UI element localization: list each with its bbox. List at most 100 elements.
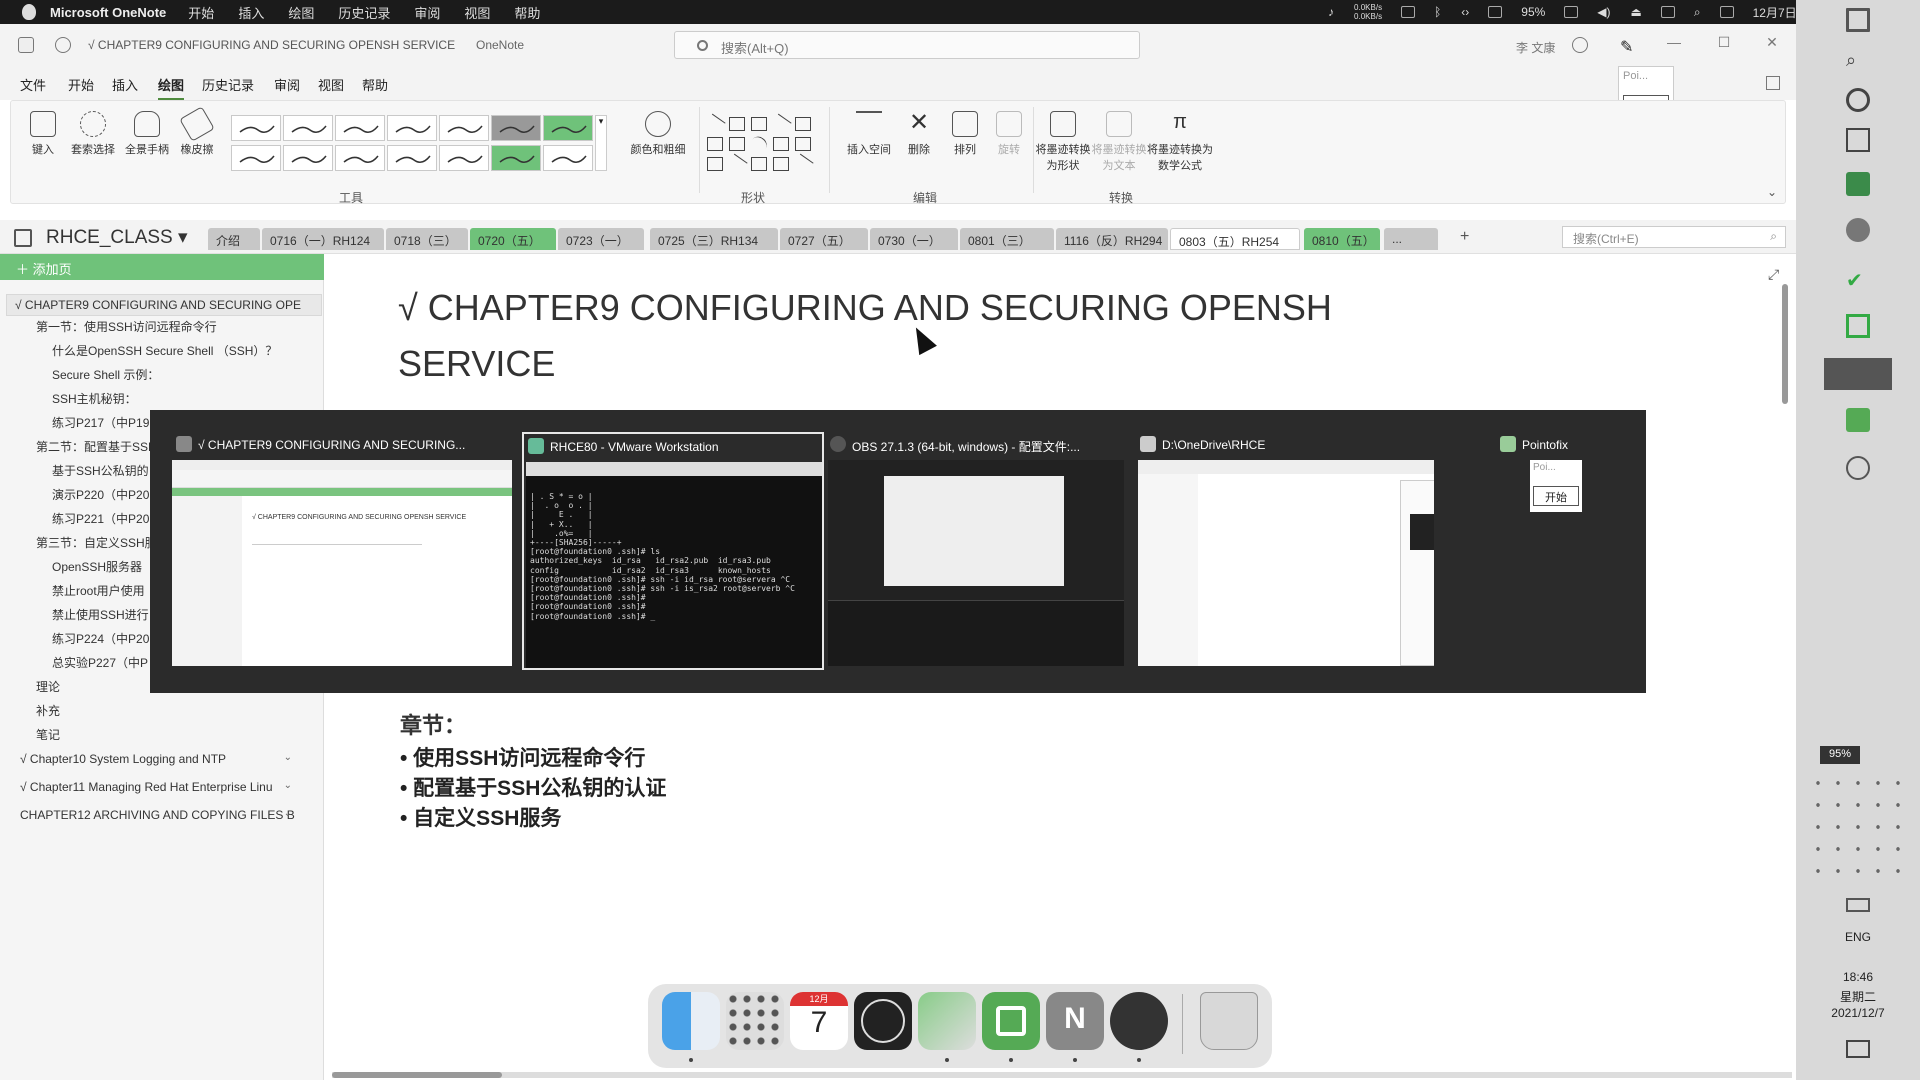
- section-search-input[interactable]: 搜索(Ctrl+E) ⌕: [1562, 226, 1786, 248]
- switcher-item-pointofix[interactable]: Pointofix Poi... 开始: [1496, 432, 1636, 670]
- pen-swatch[interactable]: [491, 115, 541, 141]
- switcher-item-onenote[interactable]: √ CHAPTER9 CONFIGURING AND SECURING... √…: [172, 432, 512, 670]
- type-tool[interactable]: 键入: [17, 105, 69, 157]
- notebook-name[interactable]: RHCE_CLASS ▾: [46, 226, 188, 249]
- shape-option[interactable]: [773, 137, 789, 151]
- mac-menu-item[interactable]: 插入: [238, 3, 264, 22]
- switcher-item-obs[interactable]: OBS 27.1.3 (64-bit, windows) - 配置文件:...: [826, 432, 1126, 670]
- obs-icon[interactable]: [1110, 992, 1168, 1050]
- volume-icon[interactable]: ◀): [1597, 5, 1610, 19]
- section-tab[interactable]: 0720（五）: [470, 228, 556, 250]
- mac-menu-item[interactable]: 视图: [464, 3, 490, 22]
- maximize-button[interactable]: ☐: [1714, 34, 1734, 51]
- pen-swatch[interactable]: [439, 145, 489, 171]
- search-icon[interactable]: ⌕: [1846, 50, 1870, 74]
- tab-insert[interactable]: 插入: [112, 75, 138, 94]
- eject-icon[interactable]: ⏏: [1631, 5, 1642, 19]
- trash-icon[interactable]: [1200, 992, 1258, 1050]
- check-app-icon[interactable]: ✔: [1846, 268, 1870, 292]
- tab-draw[interactable]: 绘图: [158, 75, 185, 100]
- bluetooth-icon[interactable]: ᛒ: [1434, 5, 1441, 19]
- minimize-button[interactable]: —: [1664, 34, 1684, 50]
- add-section-button[interactable]: +: [1460, 228, 1469, 246]
- ink-to-shape-button[interactable]: 将墨迹转换为形状: [1035, 105, 1091, 173]
- pen-swatch[interactable]: [543, 145, 593, 171]
- section-tab[interactable]: 0730（一）: [870, 228, 958, 250]
- notebook-icon[interactable]: [18, 37, 34, 53]
- phone-icon[interactable]: [1401, 6, 1416, 18]
- finder-icon[interactable]: [662, 992, 720, 1050]
- user-name[interactable]: 李 文康: [1516, 39, 1555, 56]
- eraser-tool[interactable]: 橡皮擦: [171, 105, 223, 157]
- app-icon[interactable]: [1846, 218, 1870, 242]
- chevron-down-icon[interactable]: ⌄: [284, 808, 292, 819]
- vmware-taskbar-icon[interactable]: [1846, 314, 1870, 338]
- pen-swatch[interactable]: [231, 115, 281, 141]
- page-group[interactable]: CHAPTER12 ARCHIVING AND COPYING FILES B ⌄: [20, 808, 300, 822]
- pan-tool[interactable]: 全景手柄: [121, 105, 173, 157]
- expand-icon[interactable]: ⤢: [1768, 266, 1779, 283]
- pen-swatch[interactable]: [335, 115, 385, 141]
- page-item[interactable]: 第一节：使用SSH访问远程命令行: [36, 318, 300, 335]
- control-center-icon[interactable]: [1719, 6, 1734, 18]
- close-button[interactable]: ✕: [1762, 34, 1782, 51]
- ink-to-math-button[interactable]: π 将墨迹转换为数学公式: [1147, 105, 1213, 173]
- mac-menu-item[interactable]: 绘图: [288, 3, 314, 22]
- section-heading[interactable]: 章节：: [400, 708, 466, 740]
- pen-swatch[interactable]: [231, 145, 281, 171]
- pen-swatch[interactable]: [543, 115, 593, 141]
- vertical-scrollbar[interactable]: [1782, 274, 1790, 1054]
- shape-option[interactable]: [707, 157, 723, 171]
- pen-gallery-more-button[interactable]: ▾: [595, 115, 607, 171]
- pointofix-input[interactable]: Poi...: [1619, 67, 1673, 85]
- obs-taskbar-icon[interactable]: [1846, 456, 1870, 480]
- account-icon[interactable]: [1572, 37, 1588, 53]
- shape-option[interactable]: [748, 133, 770, 155]
- section-tab[interactable]: 0716（一）RH124: [262, 228, 384, 250]
- add-page-button[interactable]: ＋ 添加页: [0, 254, 324, 280]
- section-tab[interactable]: 0801（三）: [960, 228, 1054, 250]
- shape-option[interactable]: [795, 137, 811, 151]
- tab-view[interactable]: 视图: [318, 75, 344, 94]
- section-tab[interactable]: 1116（反）RH294: [1056, 228, 1168, 250]
- pen-settings-icon[interactable]: ✎: [1620, 37, 1636, 56]
- insert-space-button[interactable]: 插入空间: [837, 105, 901, 157]
- lasso-tool[interactable]: 套索选择: [67, 105, 119, 157]
- launchpad-icon[interactable]: [726, 992, 784, 1050]
- shape-option[interactable]: [707, 137, 723, 151]
- bullet-item[interactable]: • 自定义SSH服务: [400, 802, 561, 832]
- section-tab[interactable]: 0718（三）: [386, 228, 468, 250]
- app-icon[interactable]: [1846, 172, 1870, 196]
- switcher-item-explorer[interactable]: D:\OneDrive\RHCE: [1136, 432, 1436, 670]
- calendar-icon[interactable]: 12月 7: [790, 992, 848, 1050]
- onenote-taskbar-icon[interactable]: [1824, 358, 1892, 390]
- chevron-down-icon[interactable]: ⌄: [284, 780, 292, 791]
- pen-swatch[interactable]: [335, 145, 385, 171]
- apple-icon[interactable]: [22, 4, 36, 20]
- mac-app-name[interactable]: Microsoft OneNote: [50, 5, 166, 20]
- section-tab[interactable]: 0727（五）: [780, 228, 868, 250]
- clock-icon[interactable]: [854, 992, 912, 1050]
- tray-icons[interactable]: [1808, 772, 1912, 882]
- delete-button[interactable]: ✕ 删除: [893, 105, 945, 157]
- audio-icon[interactable]: ♪: [1328, 5, 1334, 19]
- page-item[interactable]: SSH主机秘钥：: [52, 390, 300, 407]
- task-view-icon[interactable]: [1846, 128, 1870, 152]
- shape-option[interactable]: [770, 113, 792, 135]
- section-tab[interactable]: 0723（一）: [558, 228, 644, 250]
- shape-option[interactable]: [795, 117, 811, 131]
- input-method-icon[interactable]: [1660, 6, 1675, 18]
- tab-review[interactable]: 审阅: [274, 75, 300, 94]
- taskbar-time[interactable]: 18:46: [1796, 970, 1920, 984]
- battery-icon[interactable]: [1564, 6, 1579, 18]
- battery-indicator[interactable]: 95%: [1820, 746, 1860, 764]
- section-tab[interactable]: 0725（三）RH134: [650, 228, 778, 250]
- cortana-icon[interactable]: [1846, 88, 1870, 112]
- pen-swatch[interactable]: [439, 115, 489, 141]
- section-tab[interactable]: 介绍: [208, 228, 260, 250]
- code-icon[interactable]: ‹›: [1461, 5, 1469, 19]
- tab-home[interactable]: 开始: [68, 75, 94, 94]
- windows-start-icon[interactable]: [1846, 8, 1870, 32]
- collapse-ribbon-icon[interactable]: ⌄: [1767, 185, 1777, 199]
- chevron-down-icon[interactable]: ⌄: [284, 752, 292, 763]
